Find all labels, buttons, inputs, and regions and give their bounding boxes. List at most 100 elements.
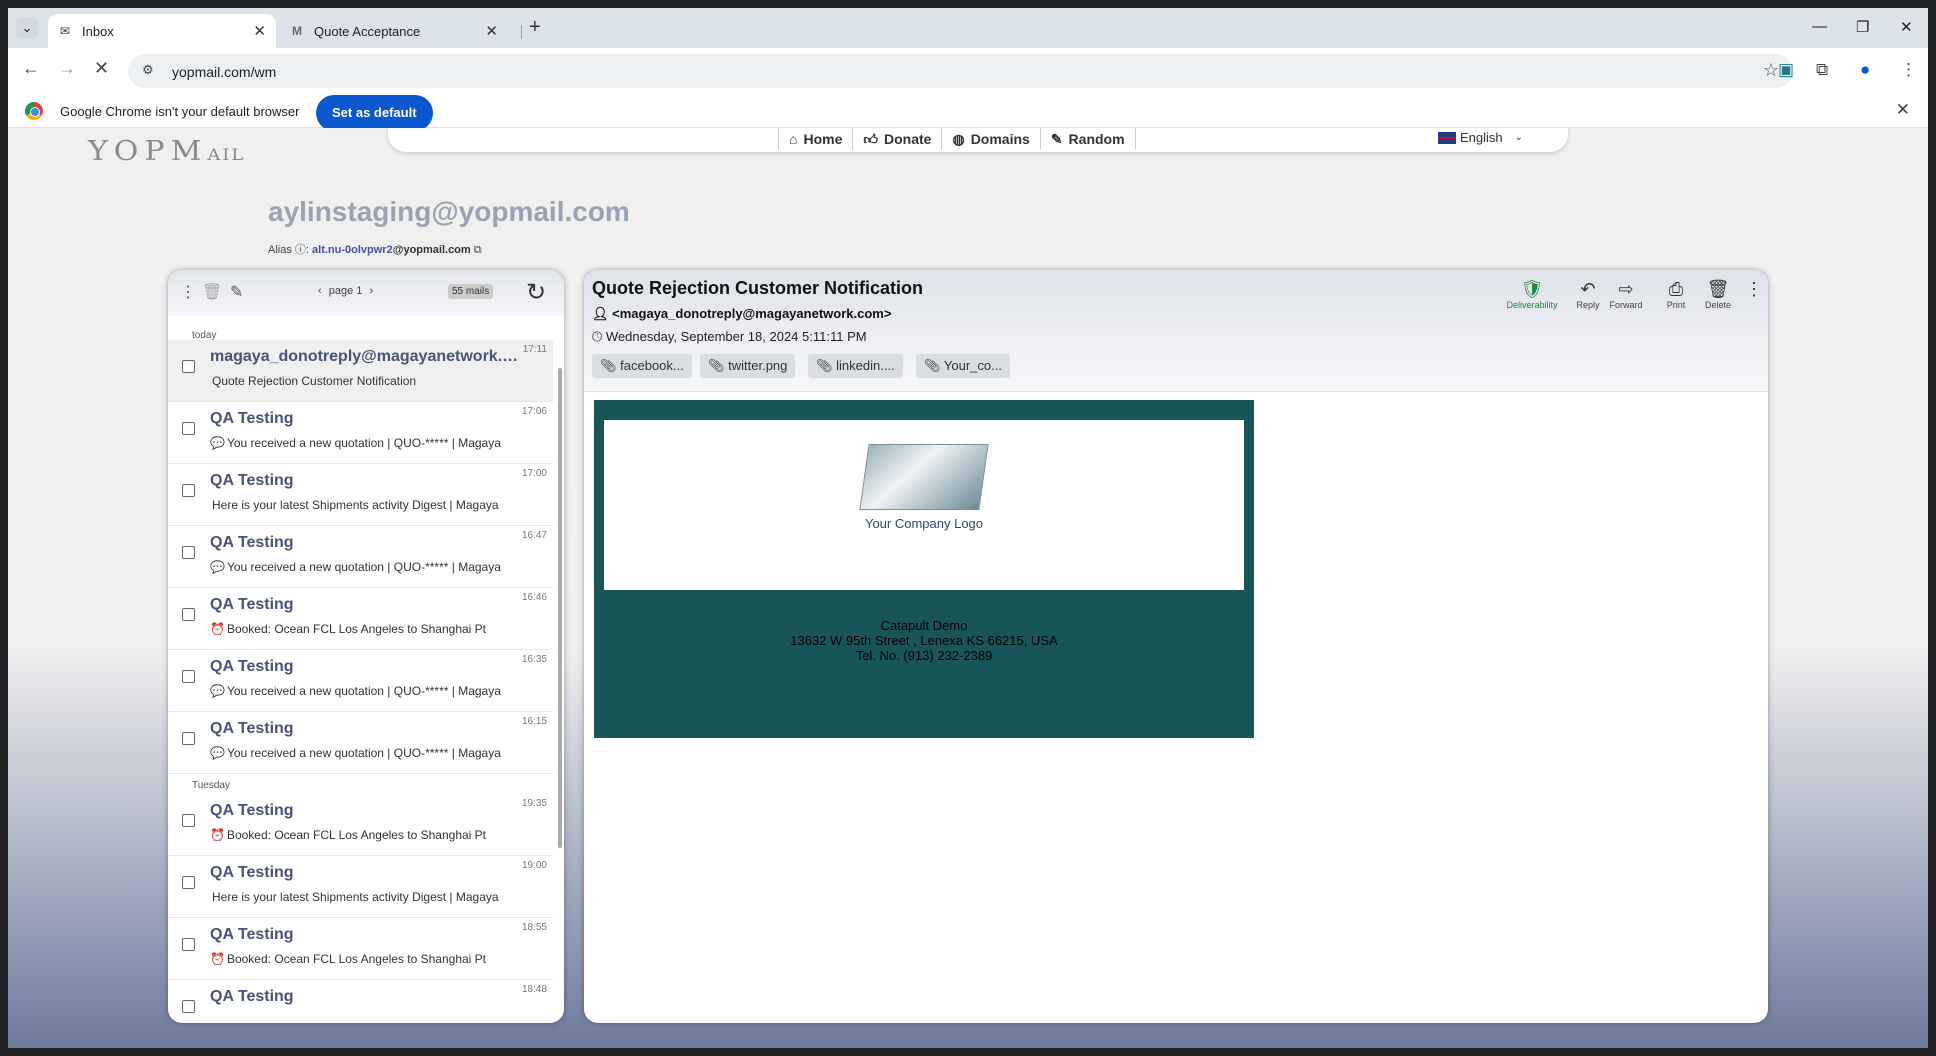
clock-icon: 🕓︎ [592, 329, 603, 344]
mail-row[interactable]: QA Testing 16:47 💬 You received a new quo… [168, 526, 553, 588]
alias-link[interactable]: alt.nu-0olvpwr2 [312, 244, 393, 256]
close-window-icon[interactable]: ✕ [1900, 18, 1913, 36]
mail-row[interactable]: QA Testing 16:46 ⏰ Booked: Ocean FCL Los … [168, 588, 553, 650]
mail-from: QA Testing [210, 658, 294, 675]
inbox-toolbar: ⋮ 🗑︎ ✎ ‹ page 1 › 55 mails ↻ [168, 270, 564, 316]
browser-menu-icon[interactable]: ⋮ [1900, 60, 1917, 80]
nav-home[interactable]: ⌂ Home [778, 128, 852, 150]
attachment-chip[interactable]: 📎︎ linkedin.... [808, 354, 903, 378]
mail-list-scrollbar[interactable] [558, 368, 562, 848]
mail-row[interactable]: magaya_donotreply@magayanetwork.com 17:1… [168, 340, 553, 402]
attachment-chip[interactable]: 📎︎ twitter.png [700, 354, 796, 378]
paperclip-icon: 📎︎ [816, 358, 833, 373]
yopmail-logo[interactable]: YOPMAIL [88, 136, 245, 168]
close-infobar-icon[interactable]: ✕ [1896, 100, 1910, 120]
nav-domains[interactable]: ◍ Domains [941, 128, 1039, 150]
address-bar[interactable]: ⚙ yopmail.com/wm ☆ [128, 54, 1793, 88]
mail-subject: Quote Rejection Customer Notification [212, 374, 417, 388]
mail-time: 17:06 [521, 406, 547, 417]
mail-from: QA Testing [210, 534, 294, 551]
alias-line: Alias ⓘ: alt.nu-0olvpwr2@yopmail.com ⧉ [268, 244, 482, 256]
bookmark-star-icon[interactable]: ☆ [1763, 60, 1779, 81]
mail-checkbox[interactable] [182, 422, 195, 435]
tab-strip: ⌄ ✉ Inbox ✕ M Quote Acceptance ✕ + — ❐ ✕ [8, 8, 1928, 48]
shield-check-icon: 🛡︎ [1520, 279, 1544, 299]
mail-row[interactable]: QA Testing 17:00 Here is your latest Shi… [168, 464, 553, 526]
profile-avatar-icon[interactable]: ● [1860, 60, 1870, 80]
mail-checkbox[interactable] [182, 1000, 195, 1013]
paperclip-icon: 📎︎ [708, 358, 725, 373]
mail-from: QA Testing [210, 802, 294, 819]
minimize-icon[interactable]: — [1812, 18, 1827, 35]
compose-pencil-icon[interactable]: ✎ [230, 282, 243, 302]
extensions-puzzle-icon[interactable]: ⧉ [1816, 60, 1828, 80]
mail-row[interactable]: QA Testing 16:15 💬 You received a new quo… [168, 712, 553, 774]
mail-checkbox[interactable] [182, 814, 195, 827]
mail-subject: Here is your latest Shipments activity D… [212, 890, 499, 904]
set-as-default-button[interactable]: Set as default [316, 95, 433, 131]
mail-row[interactable]: QA Testing 17:06 💬 You received a new quo… [168, 402, 553, 464]
yopmail-favicon-icon: ✉ [60, 24, 71, 38]
restore-icon[interactable]: ❐ [1856, 18, 1869, 36]
mail-row[interactable]: QA Testing 19:35 ⏰ Booked: Ocean FCL Los … [168, 794, 553, 856]
new-tab-icon[interactable]: + [529, 16, 541, 39]
attachment-chip[interactable]: 📎︎ facebook... [592, 354, 692, 378]
trash-icon[interactable]: 🗑︎ [202, 282, 222, 302]
close-tab-icon[interactable]: ✕ [253, 22, 266, 40]
mail-checkbox[interactable] [182, 484, 195, 497]
mail-time: 16:46 [521, 592, 547, 603]
mail-checkbox[interactable] [182, 938, 195, 951]
tab-quote-acceptance[interactable]: M Quote Acceptance ✕ [280, 14, 508, 48]
reply-button[interactable]: ↶ Reply [1568, 278, 1608, 310]
info-icon[interactable]: ⓘ [295, 244, 306, 256]
mail-subject: ⏰ Booked: Ocean FCL Los Angeles to Shangh… [210, 828, 487, 842]
deliverability-button[interactable]: 🛡︎ Deliverability [1502, 278, 1562, 310]
magaya-favicon-icon: M [292, 24, 302, 38]
print-button[interactable]: ⎙ Print [1656, 278, 1696, 310]
mail-checkbox[interactable] [182, 876, 195, 889]
prev-page-icon[interactable]: ‹ [318, 285, 322, 297]
mail-row[interactable]: QA Testing 16:35 💬 You received a new quo… [168, 650, 553, 712]
back-icon[interactable]: ← [22, 58, 40, 79]
thumbs-up-icon: 👍︎ [863, 131, 879, 147]
site-info-icon[interactable]: ⚙ [142, 62, 154, 78]
nav-random[interactable]: ✎ Random [1039, 128, 1136, 150]
message-more-button[interactable]: ⋮ [1734, 278, 1768, 300]
mail-subject: 💬 You received a new quotation | QUO-****… [210, 684, 501, 698]
magic-wand-icon: ✎ [1050, 131, 1063, 147]
mail-row[interactable]: QA Testing 18:48 [168, 980, 553, 1023]
mail-checkbox[interactable] [182, 546, 195, 559]
next-page-icon[interactable]: › [369, 285, 373, 297]
delete-button[interactable]: 🗑︎ Delete [1698, 278, 1738, 310]
tab-search-icon[interactable]: ⌄ [16, 17, 38, 39]
mail-checkbox[interactable] [182, 670, 195, 683]
attachment-chip[interactable]: 📎︎ Your_co... [916, 354, 1010, 378]
mail-time: 17:11 [522, 344, 547, 355]
mail-row[interactable]: QA Testing 18:55 ⏰ Booked: Ocean FCL Los … [168, 918, 553, 980]
company-address: 13632 W 95th Street , Lenexa KS 66215, U… [790, 633, 1058, 648]
refresh-icon[interactable]: ↻ [526, 278, 546, 307]
mail-checkbox[interactable] [182, 608, 195, 621]
forward-button[interactable]: ⇨ Forward [1606, 278, 1646, 310]
browser-toolbar: ← → ✕ ⚙ yopmail.com/wm ☆ ▣ ⧉ ● ⋮ [8, 48, 1928, 94]
language-select[interactable]: English ⌄ [1438, 130, 1523, 145]
infobar-message: Google Chrome isn't your default browser [60, 104, 300, 119]
more-options-icon[interactable]: ⋮ [180, 282, 196, 302]
close-tab-icon[interactable]: ✕ [485, 22, 498, 40]
tab-inbox[interactable]: ✉ Inbox ✕ [48, 14, 276, 48]
tab-title: Quote Acceptance [314, 24, 421, 39]
mail-list: today magaya_donotreply@magayanetwork.co… [168, 316, 564, 1023]
mail-checkbox[interactable] [182, 360, 195, 373]
message-sender: 👤︎ <magaya_donotreply@magayanetwork.com> [592, 306, 892, 321]
mail-subject: Here is your latest Shipments activity D… [212, 498, 499, 512]
stop-loading-icon[interactable]: ✕ [94, 58, 109, 79]
pager: ‹ page 1 › [318, 285, 374, 297]
copy-icon[interactable]: ⧉ [474, 244, 482, 256]
forward-icon[interactable]: → [58, 58, 76, 79]
nav-donate[interactable]: 👍︎ Donate [852, 128, 941, 150]
mail-row[interactable]: QA Testing 19:00 Here is your latest Shi… [168, 856, 553, 918]
mail-checkbox[interactable] [182, 732, 195, 745]
chevron-down-icon: ⌄ [1514, 132, 1524, 143]
reply-icon: ↶ [1580, 279, 1596, 299]
extension-icon[interactable]: ▣ [1778, 60, 1794, 80]
